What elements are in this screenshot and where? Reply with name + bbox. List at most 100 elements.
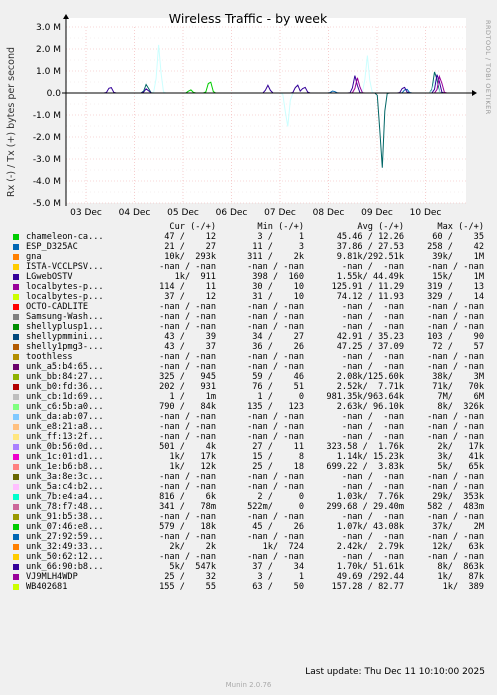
legend-name: unk_bb:84:27... <box>26 372 104 382</box>
legend-swatch <box>13 454 19 460</box>
legend-name: gna <box>26 252 42 262</box>
legend-min: 1k/ 724 <box>262 542 304 552</box>
legend-swatch <box>13 424 19 430</box>
legend-swatch <box>13 284 19 290</box>
legend-name: toothless <box>26 352 73 362</box>
legend-cur: -nan / -nan <box>159 552 216 562</box>
legend-name: unk_50:62:12... <box>26 552 104 562</box>
legend-name: unk_e8:21:a8... <box>26 422 104 432</box>
legend-min: 398 / 160 <box>252 272 304 282</box>
legend-swatch <box>13 244 19 250</box>
legend-avg: 74.12 / 11.93 <box>336 292 404 302</box>
legend-cur: 790 / 84k <box>159 402 216 412</box>
legend-avg: 2.63k/ 96.10k <box>336 402 404 412</box>
legend-row: unk_ff:13:2f... -nan / -nan -nan / -nan -na… <box>10 432 490 442</box>
legend-avg: 37.86 / 27.53 <box>336 242 404 252</box>
legend-avg: -nan / -nan <box>341 302 404 312</box>
legend-max: 72 / 57 <box>432 342 484 352</box>
legend-max: 1k/ 389 <box>442 582 484 592</box>
legend-min: 522m/ 0 <box>247 502 304 512</box>
legend-min: 135 / 123 <box>247 402 304 412</box>
legend-avg: 323.58 / 1.76k <box>326 442 404 452</box>
legend-name: unk_ff:13:2f... <box>26 432 104 442</box>
legend-swatch <box>13 234 19 240</box>
legend-max: 258 / 42 <box>427 242 484 252</box>
legend-name: unk_32:49:33... <box>26 542 104 552</box>
legend-swatch <box>13 494 19 500</box>
legend-row: unk_07:46:e8... 579 / 18k 45 / 26 1.07k/ 43… <box>10 522 490 532</box>
legend-max: -nan / -nan <box>427 412 484 422</box>
legend-max: -nan / -nan <box>427 262 484 272</box>
legend-cur: -nan / -nan <box>159 482 216 492</box>
legend-cur: 37 / 12 <box>164 292 216 302</box>
legend-avg: -nan / -nan <box>341 482 404 492</box>
legend-max: -nan / -nan <box>427 322 484 332</box>
x-tick-label: 08 Dec <box>313 208 345 218</box>
legend-min: 1 / 0 <box>257 392 304 402</box>
legend-min: -nan / -nan <box>247 532 304 542</box>
legend-name: localbytes-p... <box>26 292 104 302</box>
legend-row: shellypmmini... 43 / 39 34 / 27 42.91 / 35.… <box>10 332 490 342</box>
y-tick-label: 3.0 M <box>36 23 61 33</box>
legend-max: 15k/ 1M <box>432 272 484 282</box>
legend-swatch <box>13 374 19 380</box>
legend-name: VJ9MLH4WDP <box>26 572 78 582</box>
legend-cur: -nan / -nan <box>159 472 216 482</box>
legend-swatch <box>13 574 19 580</box>
header-max: Max (-/+) <box>437 222 484 232</box>
legend-min: 30 / 10 <box>252 282 304 292</box>
legend-cur: -nan / -nan <box>159 352 216 362</box>
legend-header: Cur (-/+) Min (-/+) Avg (-/+) Max (-/+) <box>10 222 490 232</box>
legend-row: unk_da:ab:07... -nan / -nan -nan / -nan -na… <box>10 412 490 422</box>
header-avg: Avg (-/+) <box>357 222 404 232</box>
legend-cur: 1 / 1m <box>169 392 216 402</box>
legend-name: WB402681 <box>26 582 68 592</box>
legend-row: unk_b0:fd:36... 202 / 931 76 / 51 2.52k/ 7.… <box>10 382 490 392</box>
legend-avg: 981.35k/963.64k <box>326 392 404 402</box>
legend-max: 329 / 14 <box>427 292 484 302</box>
legend-swatch <box>13 304 19 310</box>
legend-cur: 1k/ 17k <box>169 452 216 462</box>
legend-avg: 9.81k/292.51k <box>336 252 404 262</box>
legend-row: shelly1pmg3-... 43 / 37 36 / 26 47.25 / 37.… <box>10 342 490 352</box>
legend-swatch <box>13 444 19 450</box>
header-cur: Cur (-/+) <box>169 222 216 232</box>
legend-max: -nan / -nan <box>427 422 484 432</box>
legend-avg: -nan / -nan <box>341 322 404 332</box>
legend-max: 29k/ 353k <box>432 492 484 502</box>
legend-cur: -nan / -nan <box>159 262 216 272</box>
legend-avg: 45.46 / 12.26 <box>336 232 404 242</box>
legend-swatch <box>13 404 19 410</box>
legend-row: unk_5a:c4:b2... -nan / -nan -nan / -nan -na… <box>10 482 490 492</box>
traffic-chart: 3.0 M 2.0 M 1.0 M 0.0 -1.0 M -2.0 M -3.0 M -4.0… <box>6 11 492 218</box>
legend-cur: 579 / 18k <box>159 522 216 532</box>
y-tick-label: -3.0 M <box>33 155 61 165</box>
legend-name: unk_cb:1d:69... <box>26 392 104 402</box>
legend-row: unk_66:90:b8... 5k/ 547k 37 / 34 1.70k/ 51.… <box>10 562 490 572</box>
legend-cur: 47 / 12 <box>164 232 216 242</box>
y-tick-label: 1.0 M <box>36 67 61 77</box>
legend-avg: -nan / -nan <box>341 352 404 362</box>
legend-name: OCTO-CADLITE <box>26 302 89 312</box>
legend-min: 15 / 8 <box>252 452 304 462</box>
x-tick-label: 04 Dec <box>119 208 151 218</box>
legend-avg: 49.69 /292.44 <box>336 572 404 582</box>
legend-name: unk_1e:b6:b8... <box>26 462 104 472</box>
y-axis-ticks: 3.0 M 2.0 M 1.0 M 0.0 -1.0 M -2.0 M -3.0 M -4.0… <box>33 23 61 209</box>
legend-rows: chameleon-ca... 47 / 12 3 / 1 45.46 / 12.26… <box>10 232 490 592</box>
legend-cur: 341 / 78m <box>159 502 216 512</box>
legend-avg: -nan / -nan <box>341 472 404 482</box>
legend-max: 319 / 13 <box>427 282 484 292</box>
legend-swatch <box>13 274 19 280</box>
legend-min: 31 / 10 <box>252 292 304 302</box>
legend-max: 5k/ 65k <box>437 462 484 472</box>
legend-name: Samsung-Wash... <box>26 312 104 322</box>
legend-min: -nan / -nan <box>247 422 304 432</box>
legend-avg: 42.91 / 35.23 <box>336 332 404 342</box>
legend-cur: 501 / 4k <box>159 442 216 452</box>
legend-avg: -nan / -nan <box>341 532 404 542</box>
legend-row: unk_bb:84:27... 325 / 945 59 / 46 2.08k/125… <box>10 372 490 382</box>
legend-min: 37 / 34 <box>252 562 304 572</box>
legend-row: OCTO-CADLITE -nan / -nan -nan / -nan -nan /… <box>10 302 490 312</box>
legend-name: unk_7b:e4:a4... <box>26 492 104 502</box>
